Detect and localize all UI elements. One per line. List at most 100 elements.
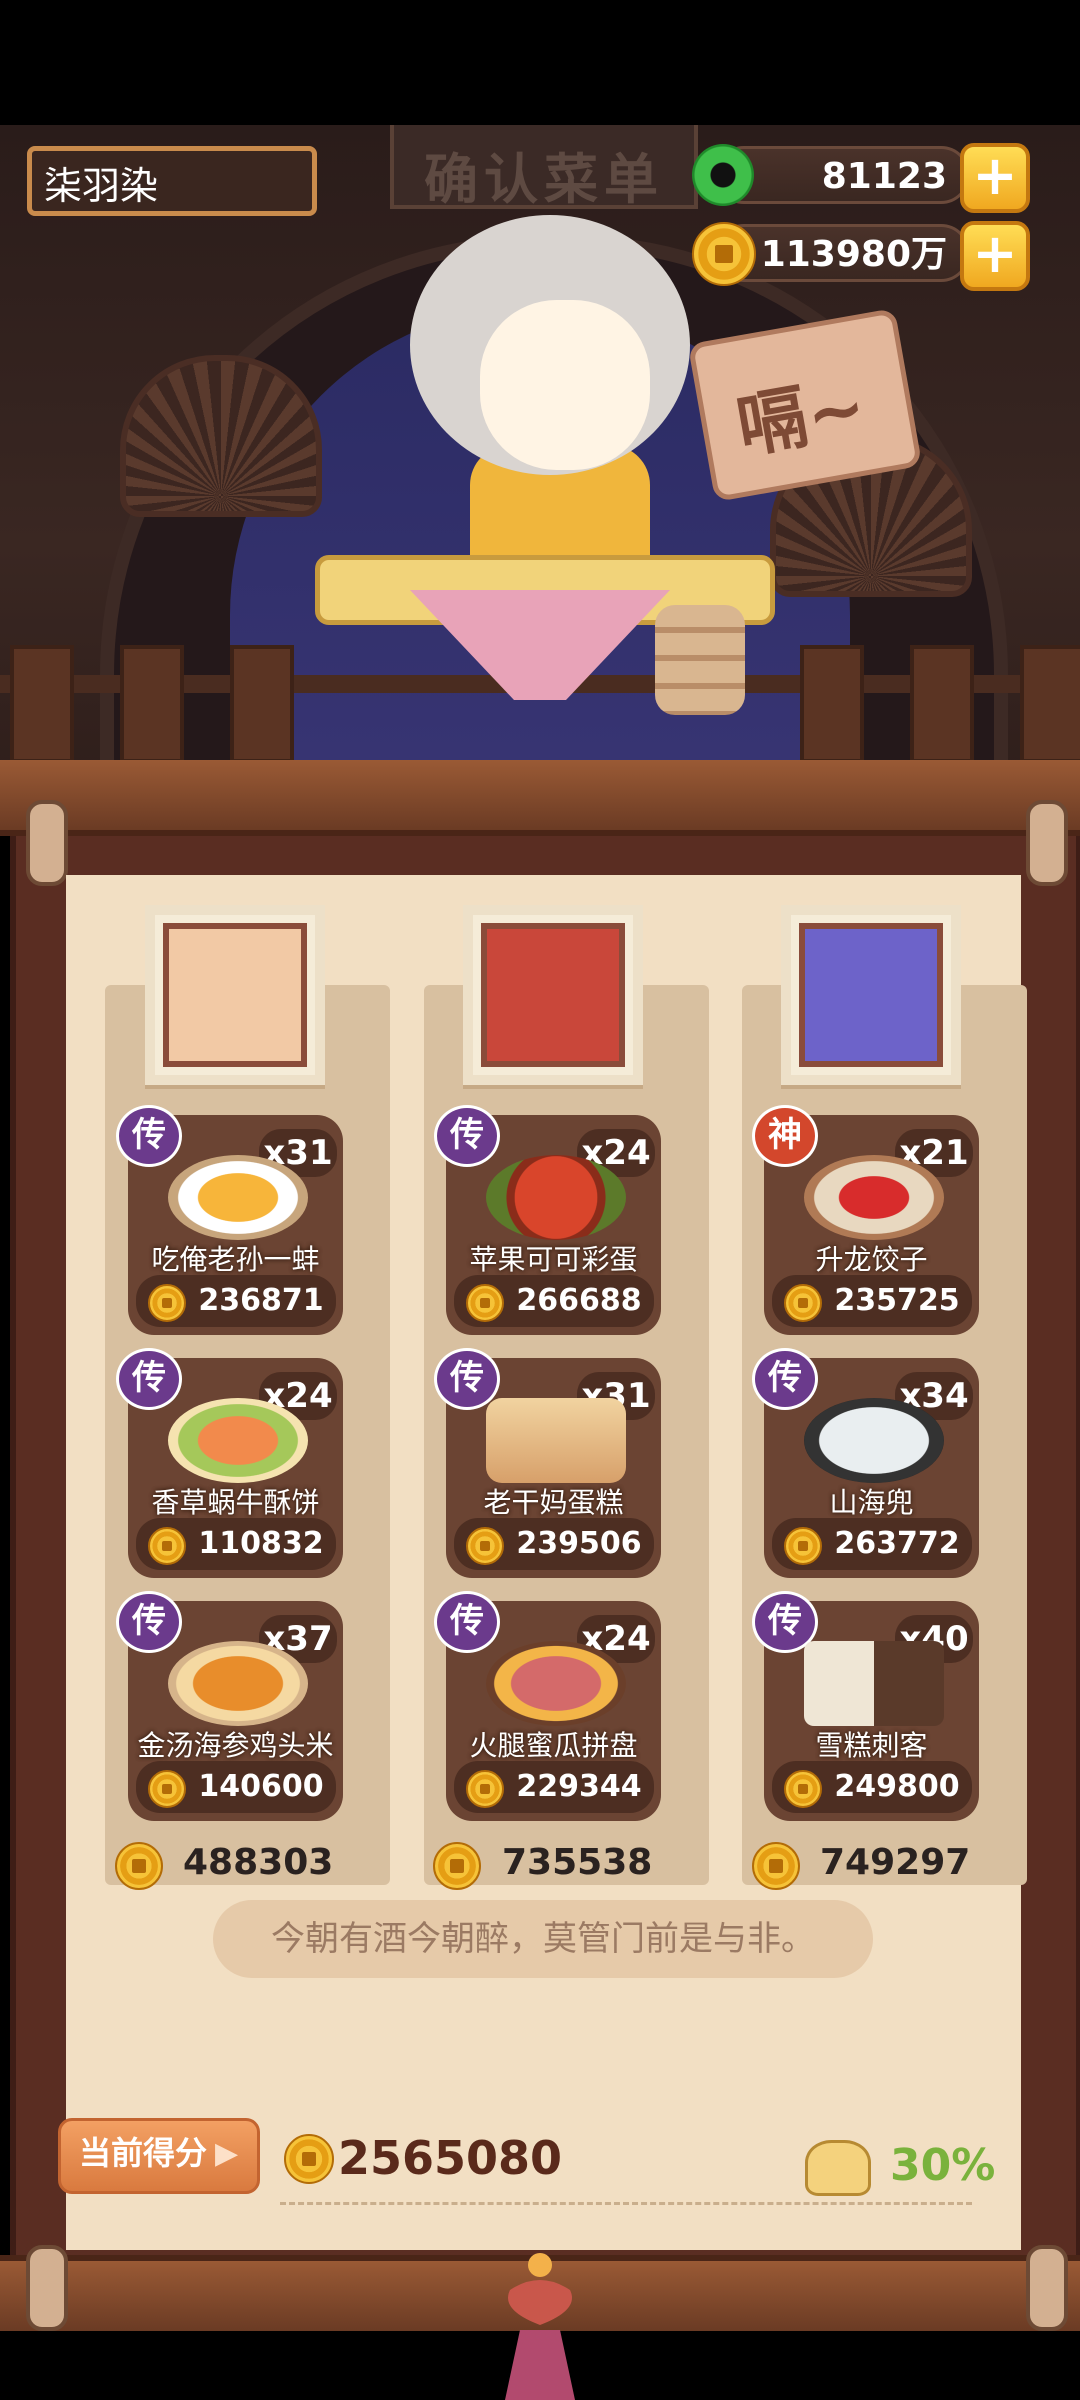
dish-card[interactable]: 传 x37 金汤海参鸡头米 140600 — [116, 1591, 343, 1821]
fence-post — [120, 645, 184, 763]
coin-icon — [148, 1527, 186, 1565]
dish-price: 236871 — [198, 1283, 324, 1318]
rank-badge: 传 — [434, 1348, 500, 1410]
scroll-knob — [26, 2245, 68, 2331]
coin-icon — [115, 1842, 163, 1890]
dish-price: 235725 — [834, 1283, 960, 1318]
coin-amount: 113980万 — [760, 234, 947, 275]
dish-image — [168, 1155, 308, 1240]
portrait-image — [163, 923, 307, 1067]
fence-post — [10, 645, 74, 763]
coin-currency-icon — [692, 222, 756, 286]
dish-price-bar: 249800 — [772, 1761, 972, 1813]
coin-icon — [433, 1842, 481, 1890]
scroll-knob — [1026, 800, 1068, 886]
coin-icon — [148, 1284, 186, 1322]
dish-card[interactable]: 传 x31 老干妈蛋糕 239506 — [434, 1348, 661, 1578]
dish-price: 249800 — [834, 1769, 960, 1804]
tassel-fringe — [505, 2330, 575, 2400]
customer-portrait-mage[interactable] — [781, 905, 961, 1085]
player-name: 柒羽染 — [27, 146, 317, 216]
coin-icon — [784, 1284, 822, 1322]
dish-image — [168, 1641, 308, 1726]
dish-name: 吃俺老孙一蚌 — [151, 1243, 320, 1276]
burp-sign-text: 嗝~ — [730, 365, 872, 469]
coin-icon — [148, 1770, 186, 1808]
dish-card[interactable]: 传 x34 山海兜 263772 — [752, 1348, 979, 1578]
coin-icon — [466, 1284, 504, 1322]
dish-name: 金汤海参鸡头米 — [137, 1729, 334, 1762]
column-total: 749297 — [820, 1842, 971, 1883]
fence-post — [1020, 645, 1080, 763]
tassel-bead — [528, 2253, 552, 2277]
column-total: 488303 — [183, 1842, 334, 1883]
dish-image — [486, 1398, 626, 1483]
scroll-knob — [1026, 2245, 1068, 2331]
score-divider — [280, 2202, 972, 2205]
fence-post — [800, 645, 864, 763]
dish-price-bar: 239506 — [454, 1518, 654, 1570]
dish-price: 239506 — [516, 1526, 642, 1561]
add-coin-button[interactable]: + — [960, 221, 1030, 291]
portrait-image — [799, 923, 943, 1067]
bun-bonus-icon — [805, 2140, 871, 2196]
dish-image — [486, 1155, 626, 1240]
add-jade-button[interactable]: + — [960, 143, 1030, 213]
column-total: 735538 — [502, 1842, 653, 1883]
portrait-image — [481, 923, 625, 1067]
dish-price: 140600 — [198, 1769, 324, 1804]
quote-text: 今朝有酒今朝醉，莫管门前是与非。 — [271, 1919, 815, 1959]
jade-amount: 81123 — [821, 156, 947, 197]
rank-badge: 传 — [116, 1348, 182, 1410]
dish-image — [168, 1398, 308, 1483]
dish-price-bar: 110832 — [136, 1518, 336, 1570]
tassel-knot — [508, 2280, 572, 2325]
dish-image — [804, 1155, 944, 1240]
dish-card[interactable]: 传 x24 火腿蜜瓜拼盘 229344 — [434, 1591, 661, 1821]
dish-image — [486, 1641, 626, 1726]
dish-name: 苹果可可彩蛋 — [469, 1243, 638, 1276]
dish-name: 山海兜 — [829, 1486, 914, 1519]
arrow-right-icon: ▶ — [215, 2136, 239, 2171]
rank-badge: 传 — [434, 1105, 500, 1167]
dish-image — [804, 1398, 944, 1483]
jade-currency-icon — [692, 144, 754, 206]
menu-sign: 确认菜单 — [390, 125, 698, 211]
dish-price: 229344 — [516, 1769, 642, 1804]
rank-badge: 传 — [116, 1591, 182, 1653]
coin-icon — [466, 1527, 504, 1565]
dish-card[interactable]: 传 x24 香草蜗牛酥饼 110832 — [116, 1348, 343, 1578]
rank-badge: 传 — [116, 1105, 182, 1167]
coin-icon — [284, 2134, 334, 2184]
chef-character-face — [480, 300, 650, 470]
dish-price-bar: 236871 — [136, 1275, 336, 1327]
rank-badge: 神 — [752, 1105, 818, 1167]
dish-card[interactable]: 传 x24 苹果可可彩蛋 266688 — [434, 1105, 661, 1335]
dish-price-bar: 263772 — [772, 1518, 972, 1570]
dish-name: 香草蜗牛酥饼 — [151, 1486, 320, 1519]
dish-name: 老干妈蛋糕 — [483, 1486, 624, 1519]
stacked-bowls-icon — [655, 605, 745, 715]
dish-card[interactable]: 传 x31 吃俺老孙一蚌 236871 — [116, 1105, 343, 1335]
dish-name: 火腿蜜瓜拼盘 — [469, 1729, 638, 1762]
dish-card[interactable]: 传 x40 雪糕刺客 249800 — [752, 1591, 979, 1821]
dish-price-bar: 235725 — [772, 1275, 972, 1327]
fence-post — [230, 645, 294, 763]
dish-price: 266688 — [516, 1283, 642, 1318]
rank-badge: 传 — [434, 1591, 500, 1653]
dish-name: 升龙饺子 — [815, 1243, 928, 1276]
dish-price: 110832 — [198, 1526, 324, 1561]
coin-icon — [752, 1842, 800, 1890]
table-cloth — [410, 590, 670, 700]
scroll-knob — [26, 800, 68, 886]
coin-icon — [784, 1770, 822, 1808]
customer-portrait-warrior[interactable] — [463, 905, 643, 1085]
current-score-label: 当前得分 — [78, 2134, 207, 2172]
dish-price-bar: 266688 — [454, 1275, 654, 1327]
customer-portrait-girl[interactable] — [145, 905, 325, 1085]
coin-icon — [466, 1770, 504, 1808]
dish-price-bar: 229344 — [454, 1761, 654, 1813]
dish-image — [804, 1641, 944, 1726]
dish-card[interactable]: 神 x21 升龙饺子 235725 — [752, 1105, 979, 1335]
coin-icon — [784, 1527, 822, 1565]
